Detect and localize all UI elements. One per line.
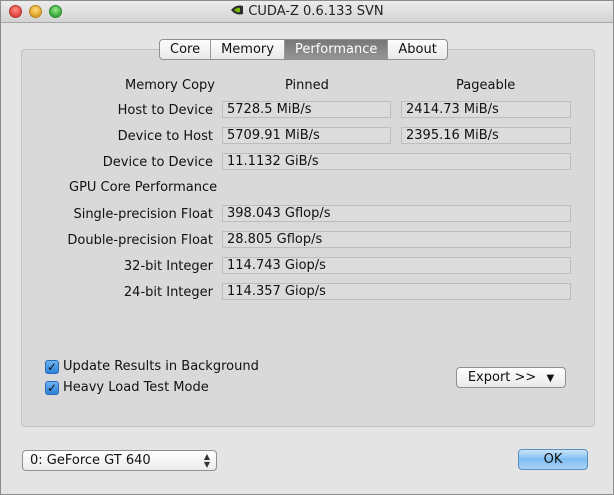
ok-button-label: OK: [543, 452, 563, 467]
tab-memory[interactable]: Memory: [211, 40, 285, 59]
memory-copy-header: Memory Copy: [125, 78, 215, 93]
host-to-device-pinned-value: 5728.5 MiB/s: [222, 101, 391, 118]
int32-value: 114.743 Giop/s: [222, 257, 571, 274]
heavy-load-checkbox[interactable]: ✓: [45, 380, 59, 395]
host-to-device-pageable-value: 2414.73 MiB/s: [401, 101, 571, 118]
device-to-host-pageable-value: 2395.16 MiB/s: [401, 127, 571, 144]
int24-label: 24-bit Integer: [123, 285, 213, 300]
device-to-host-label: Device to Host: [117, 129, 213, 144]
single-precision-value: 398.043 Gflop/s: [222, 205, 571, 222]
device-select[interactable]: 0: GeForce GT 640 ▲ ▼: [22, 450, 217, 471]
int32-label: 32-bit Integer: [123, 259, 213, 274]
double-precision-value: 28.805 Gflop/s: [222, 231, 571, 248]
select-arrows-icon: ▲ ▼: [203, 452, 210, 469]
device-to-host-pinned-value: 5709.91 MiB/s: [222, 127, 391, 144]
export-button[interactable]: Export >> ▼: [456, 367, 566, 388]
heavy-load-label[interactable]: Heavy Load Test Mode: [63, 380, 209, 395]
nvidia-logo-icon: [231, 5, 244, 15]
device-to-device-label: Device to Device: [102, 155, 213, 170]
heavy-load-option[interactable]: ✓ Heavy Load Test Mode: [45, 380, 209, 395]
export-button-label: Export >>: [467, 370, 537, 385]
int24-value: 114.357 Giop/s: [222, 283, 571, 300]
tab-about[interactable]: About: [388, 40, 446, 59]
cuda-z-window: CUDA-Z 0.6.133 SVN Core Memory Performan…: [0, 0, 614, 495]
host-to-device-label: Host to Device: [117, 103, 213, 118]
chevron-down-icon: ▼: [546, 373, 555, 384]
device-select-value: 0: GeForce GT 640: [30, 453, 151, 468]
pinned-header: Pinned: [285, 78, 329, 93]
window-title: CUDA-Z 0.6.133 SVN: [248, 4, 384, 19]
update-background-label[interactable]: Update Results in Background: [63, 359, 259, 374]
title-bar[interactable]: CUDA-Z 0.6.133 SVN: [1, 1, 613, 23]
pageable-header: Pageable: [456, 78, 516, 93]
tab-bar: Core Memory Performance About: [159, 39, 448, 60]
update-background-checkbox[interactable]: ✓: [45, 359, 59, 374]
tab-core[interactable]: Core: [160, 40, 212, 59]
tab-performance[interactable]: Performance: [284, 40, 389, 59]
device-to-device-value: 11.1132 GiB/s: [222, 153, 571, 170]
update-background-option[interactable]: ✓ Update Results in Background: [45, 359, 259, 374]
gpu-core-performance-header: GPU Core Performance: [69, 180, 218, 195]
single-precision-label: Single-precision Float: [73, 207, 213, 222]
double-precision-label: Double-precision Float: [67, 233, 213, 248]
ok-button[interactable]: OK: [518, 449, 588, 470]
window-title-wrap: CUDA-Z 0.6.133 SVN: [1, 4, 613, 19]
